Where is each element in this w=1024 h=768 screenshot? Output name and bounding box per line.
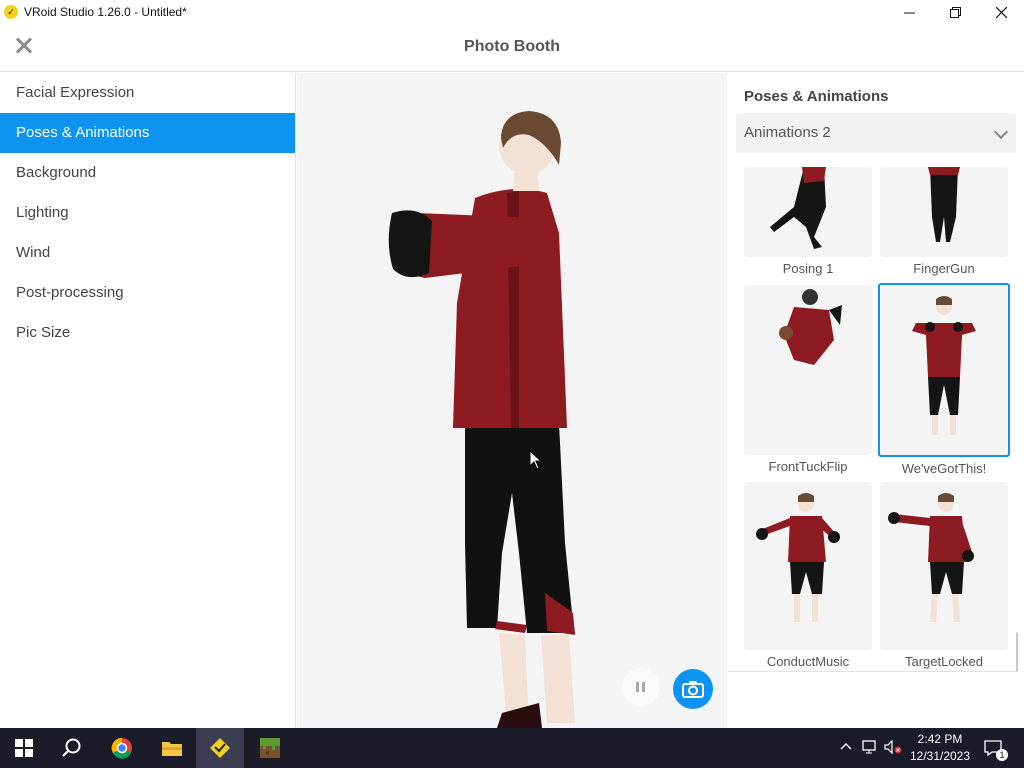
window-title: VRoid Studio 1.26.0 - Untitled* <box>24 5 187 19</box>
animation-card-label: TargetLocked <box>904 654 984 669</box>
taskbar-file-explorer[interactable] <box>148 728 196 768</box>
animation-card-label: We'veGotThis! <box>901 461 987 476</box>
sidebar-item-wind[interactable]: Wind <box>0 233 295 273</box>
sidebar-item-poses-animations[interactable]: Poses & Animations <box>0 113 295 153</box>
grid-scrollbar[interactable] <box>1016 632 1018 671</box>
maximize-button[interactable] <box>932 0 978 24</box>
sidebar-item-post-processing[interactable]: Post-processing <box>0 273 295 313</box>
page-title: Photo Booth <box>464 38 560 55</box>
taskbar-chrome[interactable] <box>98 728 146 768</box>
animation-set-dropdown[interactable]: Animations 2 <box>736 113 1016 153</box>
animation-thumbnail <box>880 167 1008 257</box>
panel-title: Poses & Animations <box>744 88 889 105</box>
mouse-cursor <box>529 449 543 475</box>
animation-thumbnail <box>880 482 1008 650</box>
pause-icon <box>636 682 645 692</box>
sidebar-item-pic-size[interactable]: Pic Size <box>0 313 295 353</box>
windows-logo-icon <box>15 739 33 757</box>
chrome-icon <box>111 737 132 759</box>
animation-grid[interactable]: Posing 1 FingerGun FrontTuckFlip We'veGo… <box>728 167 1018 672</box>
animation-card-label: FingerGun <box>913 261 975 276</box>
window-controls <box>886 0 1024 24</box>
vroid-icon <box>210 738 230 758</box>
animation-card-fingergun[interactable]: FingerGun <box>880 167 1008 276</box>
taskbar-clock[interactable]: 2:42 PM 12/31/2023 <box>898 731 982 765</box>
animation-card-targetlocked[interactable]: TargetLocked <box>880 482 1008 669</box>
take-photo-button[interactable] <box>673 669 713 709</box>
camera-icon <box>682 681 704 698</box>
chevron-down-icon <box>993 124 1009 140</box>
animation-card-label: FrontTuckFlip <box>768 459 848 474</box>
poses-panel: Poses & Animations Animations 2 Posing 1… <box>728 73 1024 728</box>
vroid-app-icon: ✓ <box>4 5 18 19</box>
search-icon <box>62 738 81 757</box>
animation-card-fronttuckflip[interactable]: FrontTuckFlip <box>744 285 872 474</box>
animation-card-wevegotthis[interactable]: We'veGotThis! <box>878 283 1010 476</box>
window-title-bar: ✓ VRoid Studio 1.26.0 - Untitled* <box>0 0 1024 24</box>
clock-date: 12/31/2023 <box>909 749 971 763</box>
animation-thumbnail-selected <box>878 283 1010 457</box>
sidebar-item-facial-expression[interactable]: Facial Expression <box>0 73 295 113</box>
close-icon <box>995 6 1007 18</box>
minimize-button[interactable] <box>886 0 932 24</box>
grass-block-icon <box>260 738 280 758</box>
animation-card-posing-1[interactable]: Posing 1 <box>744 167 872 276</box>
taskbar-minecraft[interactable] <box>246 728 294 768</box>
search-button[interactable] <box>48 728 96 768</box>
sidebar-item-background[interactable]: Background <box>0 153 295 193</box>
animation-thumbnail <box>744 482 872 650</box>
model-viewport[interactable] <box>297 73 727 728</box>
photo-booth-sidebar: Facial Expression Poses & Animations Bac… <box>0 73 296 728</box>
restore-icon <box>949 6 961 18</box>
notification-count-badge: 1 <box>996 749 1008 761</box>
start-button[interactable] <box>0 728 48 768</box>
pause-animation-button[interactable] <box>622 668 660 706</box>
folder-icon <box>162 742 182 756</box>
sidebar-item-lighting[interactable]: Lighting <box>0 193 295 233</box>
windows-taskbar: 2:42 PM 12/31/2023 1 <box>0 728 1024 768</box>
animation-card-label: Posing 1 <box>782 261 834 276</box>
animation-thumbnail <box>744 167 872 257</box>
close-window-button[interactable] <box>978 0 1024 24</box>
animation-thumbnail <box>744 285 872 455</box>
animation-card-conductmusic[interactable]: ConductMusic <box>744 482 872 669</box>
taskbar-vroid-studio[interactable] <box>196 728 244 768</box>
app-header: Photo Booth <box>0 24 1024 72</box>
animation-card-label: ConductMusic <box>766 654 850 669</box>
chevron-up-icon[interactable] <box>840 740 852 755</box>
clock-time: 2:42 PM <box>917 732 963 746</box>
character-model <box>388 111 575 728</box>
network-icon[interactable] <box>862 740 878 757</box>
dropdown-selected-value: Animations 2 <box>744 124 831 141</box>
minimize-icon <box>903 12 915 13</box>
